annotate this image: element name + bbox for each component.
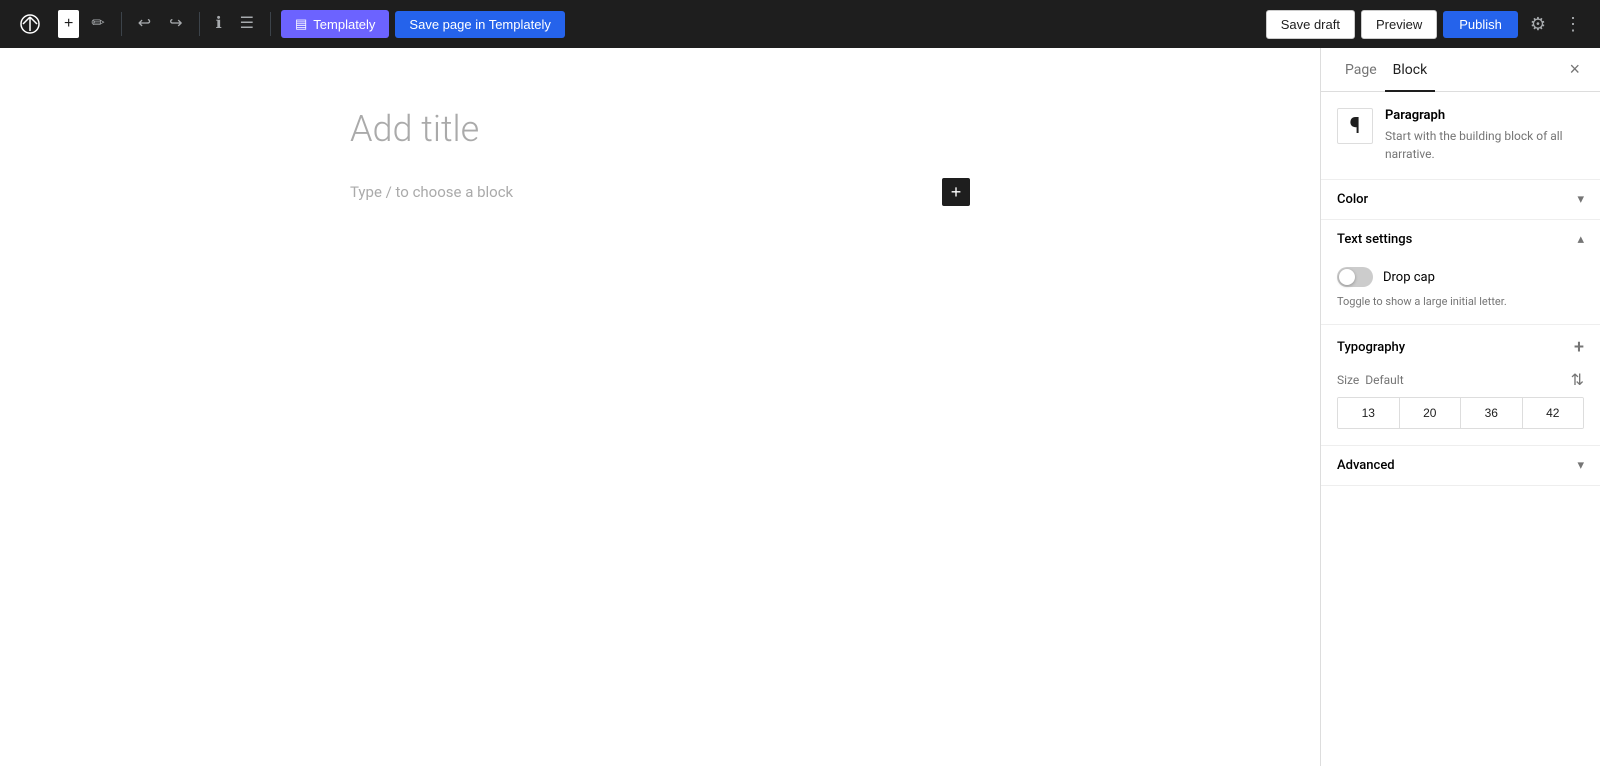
size-row: Size Default ⇅ (1337, 370, 1584, 389)
sidebar-tabs-left: Page Block (1337, 48, 1435, 91)
save-in-templately-label: Save page in Templately (409, 17, 550, 32)
paragraph-icon: ¶ (1337, 108, 1373, 144)
info-icon: ℹ (216, 16, 222, 32)
add-block-toolbar-btn[interactable]: + (58, 10, 79, 38)
save-draft-btn[interactable]: Save draft (1266, 10, 1355, 39)
typography-body: Size Default ⇅ 13203642 (1321, 370, 1600, 445)
sidebar-tabs: Page Block × (1321, 48, 1600, 92)
text-settings-label: Text settings (1337, 232, 1412, 247)
gear-icon: ⚙ (1530, 14, 1546, 34)
color-section-label: Color (1337, 192, 1368, 207)
drop-cap-label: Drop cap (1383, 270, 1435, 285)
block-info-text: Paragraph Start with the building block … (1385, 108, 1584, 163)
tab-page[interactable]: Page (1337, 48, 1385, 92)
redo-btn[interactable]: ↪ (163, 10, 188, 38)
settings-btn[interactable]: ⚙ (1524, 8, 1552, 41)
dots-vertical-icon: ⋮ (1564, 14, 1582, 34)
block-description: Start with the building block of all nar… (1385, 127, 1584, 163)
text-settings-chevron-up-icon: ▴ (1577, 232, 1584, 247)
publish-label: Publish (1459, 17, 1502, 32)
drop-cap-row: Drop cap (1337, 267, 1584, 287)
page-title-input[interactable]: Add title (350, 108, 970, 150)
list-view-btn[interactable]: ☰ (234, 10, 260, 38)
templately-btn[interactable]: ▤ Templately (281, 10, 389, 38)
typography-add-icon[interactable]: + (1574, 337, 1584, 358)
publish-btn[interactable]: Publish (1443, 11, 1518, 38)
block-title: Paragraph (1385, 108, 1584, 123)
text-settings-header[interactable]: Text settings ▴ (1321, 220, 1600, 259)
toolbar: + ✏ ↩ ↪ ℹ ☰ ▤ Templately Save page in Te… (0, 0, 1600, 48)
toolbar-separator-1 (121, 12, 122, 36)
add-block-inline-btn[interactable]: + (942, 178, 970, 206)
redo-icon: ↪ (169, 16, 182, 32)
font-size-btn-13[interactable]: 13 (1338, 398, 1400, 428)
undo-btn[interactable]: ↩ (132, 10, 157, 38)
list-icon: ☰ (240, 16, 254, 32)
text-settings-section: Text settings ▴ Drop cap Toggle to show … (1321, 220, 1600, 325)
save-in-templately-btn[interactable]: Save page in Templately (395, 11, 564, 38)
size-label: Size Default (1337, 373, 1404, 387)
tab-block[interactable]: Block (1385, 48, 1436, 92)
sidebar-close-btn[interactable]: × (1565, 55, 1584, 84)
info-btn[interactable]: ℹ (210, 10, 228, 38)
edit-tool-btn[interactable]: ✏ (85, 10, 110, 38)
font-size-btn-42[interactable]: 42 (1523, 398, 1584, 428)
advanced-label: Advanced (1337, 458, 1395, 473)
preview-label: Preview (1376, 17, 1422, 32)
toolbar-right: Save draft Preview Publish ⚙ ⋮ (1266, 8, 1588, 41)
editor-area[interactable]: Add title Type / to choose a block + (0, 48, 1320, 766)
toolbar-separator-3 (270, 12, 271, 36)
font-size-btn-36[interactable]: 36 (1461, 398, 1523, 428)
drop-cap-description: Toggle to show a large initial letter. (1337, 295, 1584, 308)
advanced-header[interactable]: Advanced ▾ (1321, 446, 1600, 485)
block-placeholder-text: Type / to choose a block (350, 183, 513, 201)
templately-icon: ▤ (295, 16, 307, 32)
typography-header[interactable]: Typography + (1321, 325, 1600, 370)
color-section: Color ▾ (1321, 180, 1600, 220)
undo-icon: ↩ (138, 16, 151, 32)
advanced-section: Advanced ▾ (1321, 446, 1600, 486)
templately-btn-label: Templately (313, 17, 375, 32)
toggle-knob (1339, 269, 1355, 285)
typography-section: Typography + Size Default ⇅ 13203642 (1321, 325, 1600, 446)
main-layout: Add title Type / to choose a block + Pag… (0, 48, 1600, 766)
drop-cap-toggle[interactable] (1337, 267, 1373, 287)
preview-btn[interactable]: Preview (1361, 10, 1437, 39)
size-controls-icon[interactable]: ⇅ (1571, 370, 1584, 389)
tab-block-label: Block (1393, 62, 1428, 78)
editor-content: Add title Type / to choose a block + (310, 108, 1010, 210)
toolbar-separator-2 (199, 12, 200, 36)
typography-label: Typography (1337, 340, 1405, 355)
more-options-btn[interactable]: ⋮ (1558, 8, 1588, 41)
block-placeholder[interactable]: Type / to choose a block + (350, 174, 970, 210)
plus-icon: + (64, 16, 73, 32)
sidebar: Page Block × ¶ Paragraph Start with the … (1320, 48, 1600, 766)
save-draft-label: Save draft (1281, 17, 1340, 32)
block-info: ¶ Paragraph Start with the building bloc… (1321, 92, 1600, 180)
pencil-icon: ✏ (91, 16, 104, 32)
advanced-chevron-down-icon: ▾ (1577, 458, 1584, 473)
plus-inline-icon: + (951, 182, 962, 203)
color-chevron-down-icon: ▾ (1577, 192, 1584, 207)
wp-logo[interactable] (12, 6, 48, 42)
text-settings-body: Drop cap Toggle to show a large initial … (1321, 259, 1600, 324)
font-size-btn-20[interactable]: 20 (1400, 398, 1462, 428)
color-section-header[interactable]: Color ▾ (1321, 180, 1600, 219)
close-icon: × (1569, 59, 1580, 79)
font-size-buttons: 13203642 (1337, 397, 1584, 429)
tab-page-label: Page (1345, 62, 1377, 78)
